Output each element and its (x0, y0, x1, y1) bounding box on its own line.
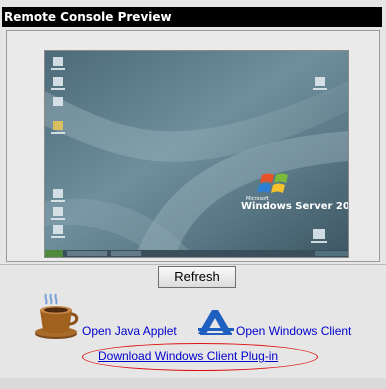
bottom-shade (0, 378, 386, 389)
java-coffee-cup-icon[interactable] (34, 292, 80, 340)
section-divider (0, 264, 386, 265)
refresh-button[interactable]: Refresh (158, 266, 236, 288)
download-windows-client-plugin-link[interactable]: Download Windows Client Plug-in (98, 349, 278, 363)
panel-title: Remote Console Preview (2, 7, 382, 27)
open-java-applet-link[interactable]: Open Java Applet (82, 324, 177, 338)
download-plugin-area: Download Windows Client Plug-in (82, 343, 318, 371)
open-windows-client-link[interactable]: Open Windows Client (236, 324, 351, 338)
remote-console-panel: Remote Console Preview Microsoft Windows… (0, 0, 386, 389)
remote-desktop-preview[interactable]: Microsoft Windows Server 2003 (44, 50, 349, 258)
desktop-brand: Windows Server 2003 (241, 201, 348, 212)
windows-client-logo-icon[interactable] (196, 308, 236, 338)
